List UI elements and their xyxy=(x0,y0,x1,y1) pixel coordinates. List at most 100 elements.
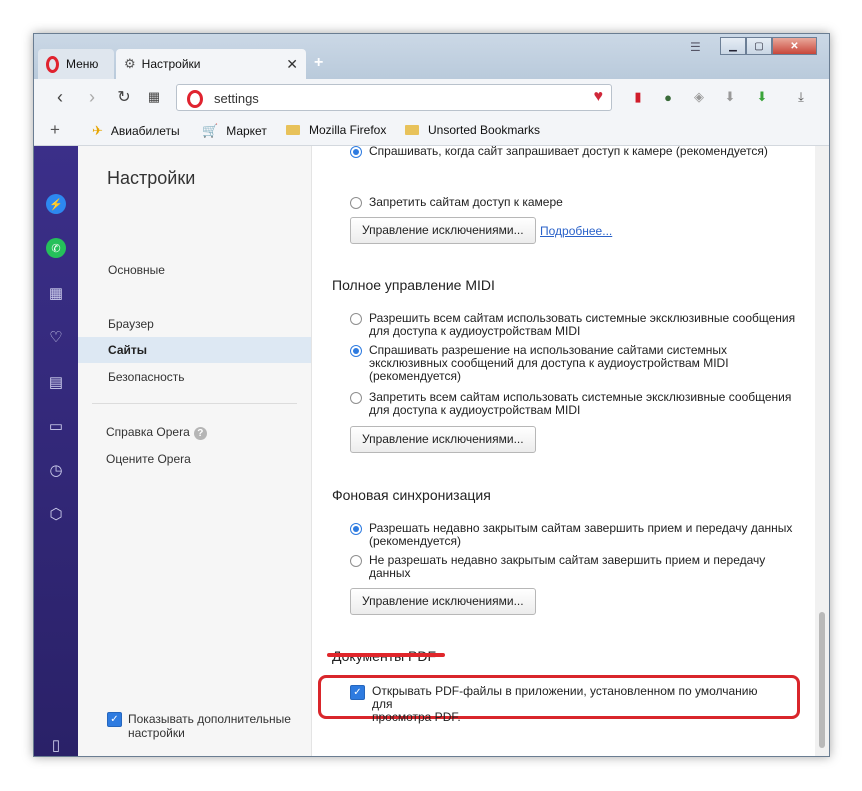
speed-dial-icon[interactable]: ▦ xyxy=(46,283,66,303)
nav-item-basic[interactable]: Основные xyxy=(78,257,311,283)
toolbar: ‹ › ↻ ▦ settings ♥ ▮ ● ◈ ⬇ ⬇ ⤓ xyxy=(34,79,829,117)
gear-icon: ⚙ xyxy=(124,56,136,71)
address-text: settings xyxy=(214,91,259,106)
divider xyxy=(92,403,297,404)
sync-manage-exceptions-button[interactable]: Управление исключениями... xyxy=(350,588,536,615)
bookmark-label: Mozilla Firefox xyxy=(309,123,387,137)
nav-item-browser[interactable]: Браузер xyxy=(78,311,311,337)
back-button[interactable]: ‹ xyxy=(48,85,72,109)
sync-deny-label-2: данных xyxy=(369,566,411,580)
tabs-icon[interactable]: ▭ xyxy=(46,416,66,436)
checkbox-checked[interactable]: ✓ xyxy=(350,685,365,700)
shield-icon[interactable]: ◈ xyxy=(691,89,707,105)
radio-unselected[interactable] xyxy=(350,392,362,404)
sync-section-title: Фоновая синхронизация xyxy=(332,487,491,503)
sync-allow-label-2: (рекомендуется) xyxy=(369,534,461,548)
tab-menu-label: Меню xyxy=(66,57,99,71)
tab-menu[interactable]: Меню xyxy=(38,49,114,79)
show-advanced-label: Показывать дополнительные настройки xyxy=(128,712,291,740)
opera-logo-icon xyxy=(46,55,59,73)
midi-ask-label-3: (рекомендуется) xyxy=(369,369,461,383)
midi-option-ask[interactable]: Спрашивать разрешение на использование с… xyxy=(350,344,729,383)
radio-unselected[interactable] xyxy=(350,313,362,325)
midi-deny-label-2: для доступа к аудиоустройствам MIDI xyxy=(369,403,581,417)
bookmark-label: Unsorted Bookmarks xyxy=(428,123,541,137)
browser-window: Меню ⚙ Настройки ✕ + ☰ ▁ ▢ ✕ ‹ › ↻ ▦ set… xyxy=(33,33,830,757)
maximize-button[interactable]: ▢ xyxy=(746,37,772,55)
whatsapp-icon[interactable]: ✆ xyxy=(46,238,66,258)
tab-settings[interactable]: ⚙ Настройки ✕ xyxy=(116,49,306,79)
bookmark-market[interactable]: 🛒 Маркет xyxy=(202,123,267,139)
radio-unselected[interactable] xyxy=(350,555,362,567)
camera-manage-exceptions-button[interactable]: Управление исключениями... xyxy=(350,217,536,244)
tab-settings-label: Настройки xyxy=(141,57,201,71)
bookmark-folder-unsorted[interactable]: Unsorted Bookmarks xyxy=(405,123,540,137)
help-label: Справка Opera xyxy=(106,425,190,439)
camera-deny-label: Запретить сайтам доступ к камере xyxy=(369,195,563,209)
rate-opera-link[interactable]: Оцените Opera xyxy=(78,446,311,472)
new-tab-button[interactable]: + xyxy=(314,54,323,72)
extensions-cube-icon[interactable]: ⬡ xyxy=(46,504,66,524)
minimize-button[interactable]: ▁ xyxy=(720,37,746,55)
menu-lines-icon[interactable]: ☰ xyxy=(690,40,704,54)
folder-icon xyxy=(286,125,300,135)
nav-item-security[interactable]: Безопасность xyxy=(78,364,311,390)
pdf-label-2: просмотра PDF. xyxy=(372,710,461,724)
show-advanced-checkbox[interactable]: ✓ Показывать дополнительные настройки xyxy=(107,712,297,740)
camera-more-link[interactable]: Подробнее... xyxy=(540,224,612,238)
folder-icon xyxy=(405,125,419,135)
forward-button[interactable]: › xyxy=(80,85,104,109)
news-icon[interactable]: ▤ xyxy=(46,372,66,392)
download-arrow-icon[interactable]: ⬇ xyxy=(722,89,738,105)
sidebar: ⚡ ✆ ▦ ♡ ▤ ▭ ◷ ⬡ ▯ xyxy=(34,146,78,756)
green-download-icon[interactable]: ⬇ xyxy=(754,89,770,105)
downloads-icon[interactable]: ⤓ xyxy=(793,89,809,105)
sync-option-deny[interactable]: Не разрешать недавно закрытым сайтам зав… xyxy=(350,554,765,580)
scrollbar[interactable] xyxy=(815,146,829,756)
midi-option-allow[interactable]: Разрешить всем сайтам использовать систе… xyxy=(350,312,795,338)
page-title: Настройки xyxy=(107,168,196,188)
bookmarks-bar: + ✈ Авиабилеты 🛒 Маркет Mozilla Firefox … xyxy=(34,117,829,146)
bookmark-extension-icon[interactable]: ▮ xyxy=(630,89,646,105)
address-bar[interactable]: settings ♥ xyxy=(176,84,612,111)
help-link[interactable]: Справка Opera? xyxy=(78,419,311,445)
reload-button[interactable]: ↻ xyxy=(112,85,136,109)
close-tab-icon[interactable]: ✕ xyxy=(286,56,298,73)
speed-dial-icon[interactable]: ▦ xyxy=(142,85,166,109)
bookmark-heart-icon[interactable]: ♥ xyxy=(594,88,604,106)
cart-icon: 🛒 xyxy=(202,123,219,138)
help-question-icon: ? xyxy=(193,427,207,440)
sidebar-toggle-icon[interactable]: ▯ xyxy=(46,735,66,755)
messenger-icon[interactable]: ⚡ xyxy=(46,194,66,214)
scrollbar-thumb[interactable] xyxy=(819,612,825,748)
radio-selected[interactable] xyxy=(350,146,362,158)
midi-section-title: Полное управление MIDI xyxy=(332,277,495,293)
history-clock-icon[interactable]: ◷ xyxy=(46,460,66,480)
radio-selected[interactable] xyxy=(350,523,362,535)
settings-nav: Настройки Основные Браузер Сайты Безопас… xyxy=(78,146,312,756)
plane-icon: ✈ xyxy=(92,123,103,138)
highlight-underline xyxy=(327,653,445,657)
nav-item-sites[interactable]: Сайты xyxy=(78,337,311,363)
midi-manage-exceptions-button[interactable]: Управление исключениями... xyxy=(350,426,536,453)
checkbox-checked[interactable]: ✓ xyxy=(107,712,122,727)
heart-icon[interactable]: ♡ xyxy=(46,327,66,347)
close-window-button[interactable]: ✕ xyxy=(772,37,817,55)
settings-content: Спрашивать, когда сайт запрашивает досту… xyxy=(312,146,815,756)
camera-option-ask[interactable]: Спрашивать, когда сайт запрашивает досту… xyxy=(350,146,768,158)
title-bar: Меню ⚙ Настройки ✕ + ☰ ▁ ▢ ✕ xyxy=(34,34,829,79)
midi-allow-label-2: для доступа к аудиоустройствам MIDI xyxy=(369,324,581,338)
bookmark-folder-firefox[interactable]: Mozilla Firefox xyxy=(286,123,386,137)
pdf-open-in-app-checkbox[interactable]: ✓ Открывать PDF-файлы в приложении, уста… xyxy=(350,685,780,724)
add-bookmark-button[interactable]: + xyxy=(50,120,60,140)
radio-unselected[interactable] xyxy=(350,197,362,209)
camera-ask-label: Спрашивать, когда сайт запрашивает досту… xyxy=(369,146,768,158)
bookmark-label: Маркет xyxy=(226,124,267,138)
camera-option-deny[interactable]: Запретить сайтам доступ к камере xyxy=(350,196,563,209)
radio-selected[interactable] xyxy=(350,345,362,357)
globe-icon[interactable]: ● xyxy=(660,89,676,105)
midi-option-deny[interactable]: Запретить всем сайтам использовать систе… xyxy=(350,391,791,417)
bookmark-label: Авиабилеты xyxy=(110,124,180,138)
sync-option-allow[interactable]: Разрешать недавно закрытым сайтам заверш… xyxy=(350,522,792,548)
bookmark-aviatickets[interactable]: ✈ Авиабилеты xyxy=(92,123,180,139)
